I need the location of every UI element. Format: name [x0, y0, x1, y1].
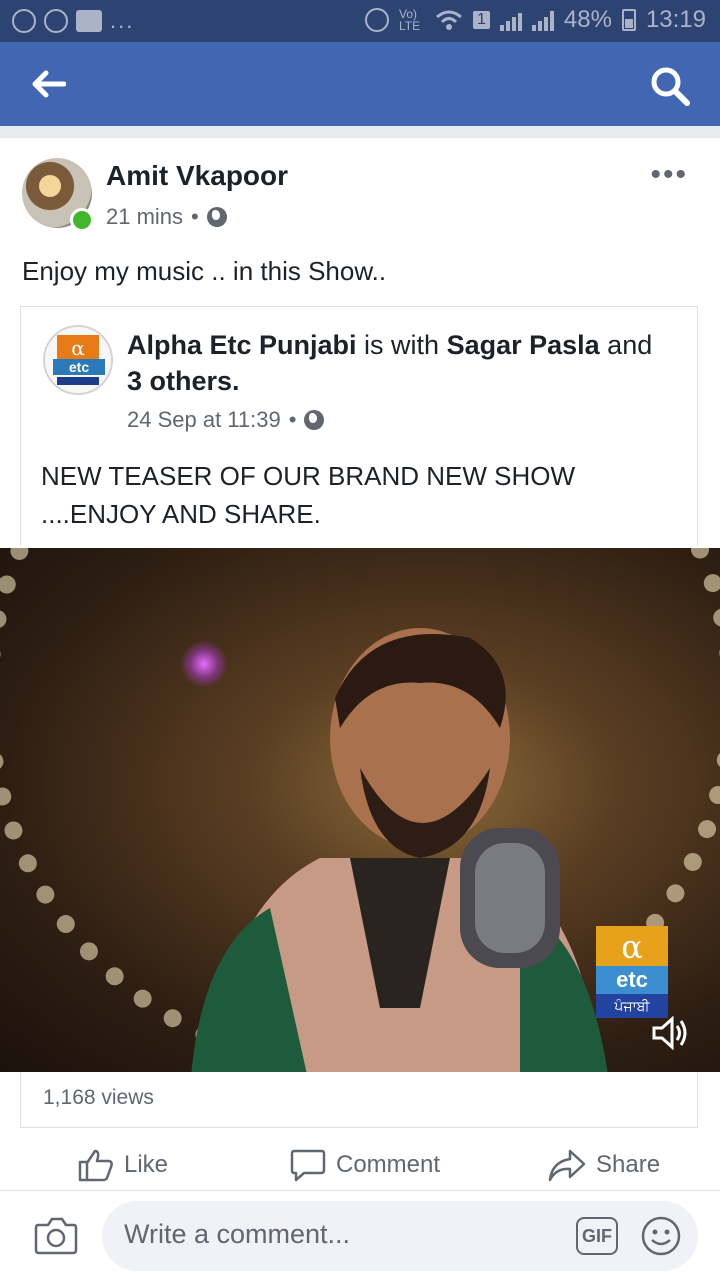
and-text: and [599, 330, 653, 360]
like-button[interactable]: Like [78, 1148, 168, 1182]
comment-composer: Write a comment... GIF [0, 1190, 720, 1281]
comment-label: Comment [336, 1151, 441, 1178]
shared-post-meta: 24 Sep at 11:39 • [127, 407, 325, 433]
status-left-icons: ... [12, 8, 134, 34]
camera-icon[interactable] [34, 1215, 78, 1255]
shared-post: α etc Alpha Etc Punjabi is with Sagar Pa… [20, 306, 698, 546]
app-notification-icon [76, 10, 102, 32]
tagged-others[interactable]: 3 others. [127, 366, 240, 396]
alarm-icon [364, 8, 389, 32]
watermark-etc: etc [596, 966, 668, 994]
singer-figure [191, 628, 608, 1072]
video-player[interactable]: α etc ਪੰਜਾਬੀ [0, 548, 720, 1072]
with-text: is with [356, 330, 447, 360]
views-bar: 1,168 views [20, 1072, 698, 1128]
back-arrow-icon[interactable] [30, 68, 66, 100]
battery-percent: 48% [563, 6, 612, 33]
post-text: Enjoy my music .. in this Show.. [22, 256, 387, 286]
globe-icon [206, 207, 227, 227]
status-bar: ... Vo) LTE 1 48% 13:19 [0, 0, 720, 42]
signal-1-icon [499, 9, 522, 31]
post-time[interactable]: 21 mins [106, 204, 183, 230]
more-options-icon[interactable]: ••• [650, 158, 688, 192]
logo-strip [57, 377, 99, 385]
gif-button[interactable]: GIF [576, 1217, 618, 1255]
author-name[interactable]: Amit Vkapoor [106, 160, 288, 192]
emoji-icon[interactable] [640, 1215, 682, 1257]
online-indicator [70, 208, 94, 232]
page-name[interactable]: Alpha Etc Punjabi [127, 330, 357, 360]
share-button[interactable]: Share [548, 1148, 660, 1182]
tagged-person[interactable]: Sagar Pasla [447, 330, 600, 360]
clock: 13:19 [645, 6, 706, 33]
wifi-icon [436, 10, 462, 30]
channel-watermark: α etc ਪੰਜਾਬੀ [596, 926, 668, 1020]
meta-separator: • [288, 407, 297, 432]
comment-input[interactable]: Write a comment... GIF [102, 1201, 698, 1271]
thumbs-up-icon [78, 1149, 113, 1182]
action-bar: Like Comment Share [0, 1138, 720, 1198]
comment-icon [290, 1149, 326, 1182]
share-label: Share [596, 1151, 661, 1178]
meta-separator: • [191, 204, 199, 229]
network-type-label: Vo) LTE [398, 7, 421, 33]
logo-alpha: α [57, 335, 99, 361]
shared-post-header: Alpha Etc Punjabi is with Sagar Pasla an… [127, 327, 667, 399]
sync-icon [12, 9, 36, 33]
shared-post-text: NEW TEASER OF OUR BRAND NEW SHOW ....ENJ… [41, 461, 575, 529]
share-icon [548, 1149, 586, 1182]
message-icon [44, 9, 68, 33]
post-meta: 21 mins • [106, 204, 227, 230]
shared-post-time[interactable]: 24 Sep at 11:39 [127, 407, 281, 433]
globe-icon [304, 410, 325, 430]
app-bar [0, 42, 720, 126]
more-notifications-indicator: ... [110, 8, 135, 33]
status-right-icons: Vo) LTE 1 48% 13:19 [364, 6, 706, 34]
signal-2-icon [531, 9, 554, 31]
post-card: Amit Vkapoor 21 mins • ••• Enjoy my musi… [0, 138, 720, 1198]
logo-etc: etc [53, 359, 105, 375]
search-icon[interactable] [650, 66, 690, 106]
battery-icon [621, 9, 636, 31]
sim-slot-badge: 1 [472, 11, 490, 29]
page-avatar[interactable]: α etc [43, 325, 113, 395]
views-count: 1,168 views [43, 1086, 154, 1109]
like-label: Like [124, 1151, 169, 1178]
watermark-strip: ਪੰਜਾਬੀ [596, 994, 668, 1018]
comment-placeholder: Write a comment... [124, 1219, 351, 1249]
sound-icon[interactable] [650, 1016, 690, 1050]
comment-button[interactable]: Comment [290, 1148, 440, 1182]
watermark-alpha: α [596, 926, 668, 968]
